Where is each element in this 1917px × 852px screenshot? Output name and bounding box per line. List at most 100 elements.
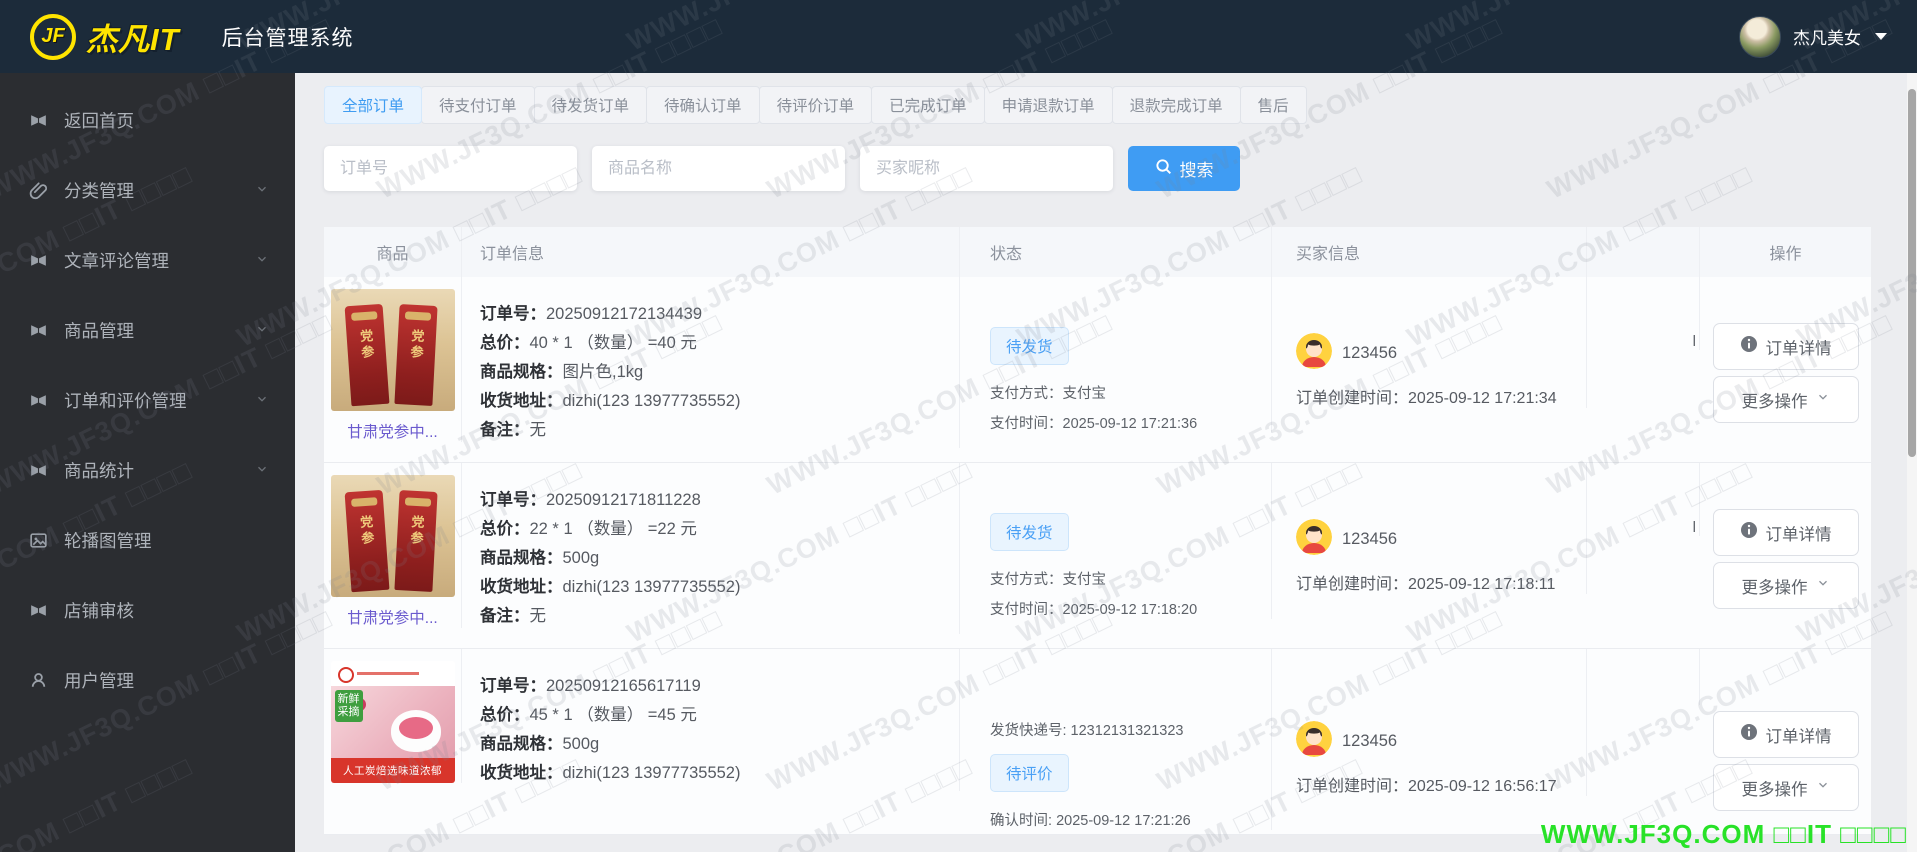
search-bar: 搜索 [324,146,1907,191]
order-no-label: 订单号： [480,491,546,509]
packet-label: 党参 [407,514,425,548]
user-name[interactable]: 杰凡美女 [1793,24,1861,49]
status-badge: 待发货 [990,513,1069,551]
orders-table: 商品 订单信息 状态 买家信息 操作 党参 党参 甘肃党参中... 订单号：20… [324,227,1871,835]
tab-pending-review[interactable]: 待评价订单 [758,86,873,124]
sidebar-item-home[interactable]: 返回首页 [0,85,295,155]
order-no-value: 20250912172134439 [546,305,703,323]
user-avatar[interactable] [1739,15,1781,58]
order-no-label: 订单号： [480,677,546,695]
tab-pending-payment[interactable]: 待支付订单 [421,86,535,124]
picture-icon [28,530,49,551]
note-label: 备注： [480,421,530,439]
more-actions-label: 更多操作 [1741,780,1808,799]
chevron-down-icon [255,460,269,481]
sidebar-item-label: 分类管理 [64,180,134,201]
more-actions-button[interactable]: 更多操作 [1712,562,1859,609]
tab-refund-done[interactable]: 退款完成订单 [1111,86,1241,124]
tab-aftersale[interactable]: 售后 [1239,86,1307,124]
created-value: 2025-09-12 17:21:34 [1408,390,1557,407]
sidebar-item-shop-review[interactable]: 店铺审核 [0,575,295,645]
created-value: 2025-09-12 17:18:11 [1408,576,1556,593]
spec-label: 商品规格： [480,363,563,381]
logo-brand-text: 杰凡IT [86,22,180,57]
sidebar-item-users[interactable]: 用户管理 [0,645,295,715]
more-actions-label: 更多操作 [1741,578,1808,597]
table-row: 新鲜采摘 人工炭焙选味道浓郁 订单号：20250912165617119 总价：… [324,649,1871,835]
buyer-nick-input[interactable] [860,146,1113,191]
price-value: 40 * 1 （数量） =40 元 [529,334,697,352]
chevron-down-icon [1875,33,1887,40]
order-detail-button[interactable]: 订单详情 [1712,711,1859,758]
packet-label: 党参 [357,328,375,362]
order-no-input[interactable] [324,146,577,191]
more-actions-button[interactable]: 更多操作 [1712,764,1859,811]
status-line-label: 确认时间: [990,813,1057,829]
tab-all-orders[interactable]: 全部订单 [324,86,423,124]
scrollbar-track[interactable] [1907,73,1917,852]
sidebar-item-label: 轮播图管理 [64,530,152,551]
product-image[interactable]: 党参 党参 [330,475,455,597]
status-badge: 待发货 [990,327,1069,365]
price-value: 22 * 1 （数量） =22 元 [529,520,697,538]
product-name-link[interactable]: 甘肃党参中... [347,420,437,442]
buyer-name: 123456 [1342,732,1398,750]
sidebar-item-article-comments[interactable]: 文章评论管理 [0,225,295,295]
tab-refund-request[interactable]: 申请退款订单 [983,86,1113,124]
order-no-value: 20250912165617119 [546,677,701,695]
search-button-label: 搜索 [1179,161,1214,180]
buyer-name: 123456 [1342,530,1398,548]
product-name-input[interactable] [592,146,845,191]
sidebar-item-label: 商品管理 [64,320,134,341]
more-actions-button[interactable]: 更多操作 [1712,376,1859,423]
address-label: 收货地址： [480,578,563,596]
status-line-label: 支付时间： [990,416,1063,432]
ticket-icon [28,460,49,481]
address-label: 收货地址： [480,764,563,782]
more-actions-label: 更多操作 [1741,392,1808,411]
table-row: 党参 党参 甘肃党参中... 订单号：20250912171811228 总价：… [324,463,1871,649]
chevron-down-icon [1816,576,1830,595]
buyer-avatar [1296,721,1332,762]
price-label: 总价： [480,334,530,352]
spec-value: 图片色,1kg [562,363,644,381]
order-detail-button[interactable]: 订单详情 [1712,323,1859,370]
status-line-value: 支付宝 [1062,386,1107,402]
ticket-icon [28,110,49,131]
status-line-label: 支付方式： [990,572,1063,588]
main-content: 全部订单 待支付订单 待发货订单 待确认订单 待评价订单 已完成订单 申请退款订… [295,73,1907,852]
overflow-char: l [1692,333,1696,350]
product-image[interactable]: 新鲜采摘 人工炭焙选味道浓郁 [330,661,455,783]
search-button[interactable]: 搜索 [1128,146,1240,191]
header-extra [1587,227,1700,277]
sidebar-item-carousel[interactable]: 轮播图管理 [0,505,295,575]
status-line-value: 2025-09-12 17:21:26 [1056,813,1191,829]
sidebar-item-label: 店铺审核 [64,600,134,621]
created-label: 订单创建时间： [1296,576,1409,593]
order-detail-label: 订单详情 [1765,339,1832,358]
user-menu[interactable]: 杰凡美女 [1739,15,1887,58]
order-detail-label: 订单详情 [1765,525,1832,544]
created-label: 订单创建时间： [1296,390,1409,407]
tab-pending-confirm[interactable]: 待确认订单 [646,86,760,124]
product-image[interactable]: 党参 党参 [330,289,455,411]
sidebar: 返回首页 分类管理 文章评论管理 商品管理 订单和评价管理 商品统计 轮播图管理… [0,73,295,852]
tab-pending-shipment[interactable]: 待发货订单 [533,86,648,124]
sidebar-item-product-stats[interactable]: 商品统计 [0,435,295,505]
sidebar-item-orders-reviews[interactable]: 订单和评价管理 [0,365,295,435]
order-detail-button[interactable]: 订单详情 [1712,509,1859,556]
note-value: 无 [529,421,547,439]
sidebar-item-products[interactable]: 商品管理 [0,295,295,365]
note-value: 无 [529,607,547,625]
ticket-icon [28,320,49,341]
info-icon [1740,723,1758,746]
product-name-link[interactable]: 甘肃党参中... [347,606,437,628]
status-line-label: 支付方式： [990,386,1063,402]
tab-completed[interactable]: 已完成订单 [871,86,985,124]
logo-jf-icon: JF [30,13,76,60]
tracking-number: 发货快递号: 12312131321323 [990,723,1184,739]
sidebar-item-category[interactable]: 分类管理 [0,155,295,225]
scrollbar-thumb[interactable] [1908,89,1916,457]
search-icon [1155,158,1172,180]
created-label: 订单创建时间： [1296,778,1409,795]
